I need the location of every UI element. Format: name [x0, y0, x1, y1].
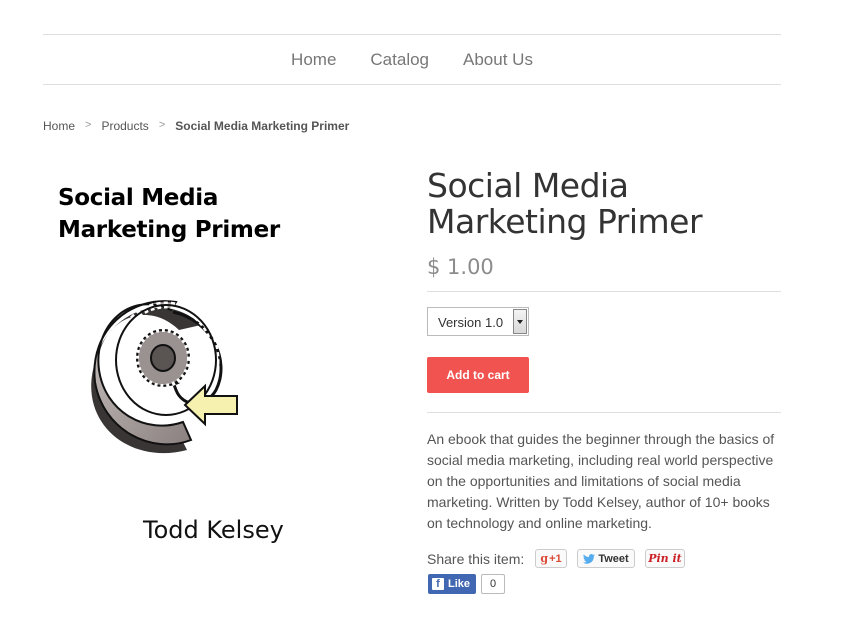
cover-title: Social Media Marketing Primer — [58, 182, 358, 246]
cover-title-line2: Marketing Primer — [58, 217, 280, 243]
cover-title-line1: Social Media — [58, 185, 219, 211]
pin-it-button[interactable]: Pin it — [645, 549, 685, 568]
google-plus-label: +1 — [549, 552, 562, 565]
nav-home[interactable]: Home — [291, 50, 336, 70]
product-title: Social Media Marketing Primer — [427, 166, 703, 241]
main-nav: Home Catalog About Us — [43, 34, 781, 85]
variant-select-value: Version 1.0 — [438, 315, 504, 330]
add-to-cart-button[interactable]: Add to cart — [427, 357, 529, 393]
divider — [427, 412, 781, 413]
product-price: $ 1.00 — [427, 255, 494, 279]
facebook-icon: f — [432, 578, 444, 590]
product-image[interactable]: Social Media Marketing Primer Todd Kelse… — [43, 160, 373, 570]
breadcrumb-products[interactable]: Products — [101, 119, 148, 133]
breadcrumb-home[interactable]: Home — [43, 119, 75, 133]
tweet-button[interactable]: Tweet — [577, 549, 635, 568]
google-plus-button[interactable]: g +1 — [535, 549, 567, 568]
twitter-bird-icon — [583, 553, 596, 564]
variant-select[interactable]: Version 1.0 — [427, 307, 529, 336]
chevron-down-icon[interactable] — [513, 309, 527, 334]
cover-author: Todd Kelsey — [143, 516, 284, 544]
share-label: Share this item: — [427, 551, 525, 567]
nav-catalog[interactable]: Catalog — [370, 50, 429, 70]
google-plus-icon: g — [540, 552, 549, 565]
breadcrumb: Home > Products > Social Media Marketing… — [43, 119, 349, 133]
nav-about-us[interactable]: About Us — [463, 50, 533, 70]
breadcrumb-separator: > — [158, 119, 166, 131]
like-count: 0 — [481, 574, 505, 594]
divider — [427, 291, 781, 292]
like-label: Like — [448, 578, 471, 590]
at-sign-arrow-icon — [91, 300, 238, 454]
breadcrumb-separator: > — [85, 119, 92, 131]
breadcrumb-current: Social Media Marketing Primer — [175, 119, 350, 133]
tweet-label: Tweet — [598, 552, 629, 565]
facebook-like-button[interactable]: f Like — [428, 574, 476, 594]
product-description: An ebook that guides the beginner throug… — [427, 431, 775, 531]
